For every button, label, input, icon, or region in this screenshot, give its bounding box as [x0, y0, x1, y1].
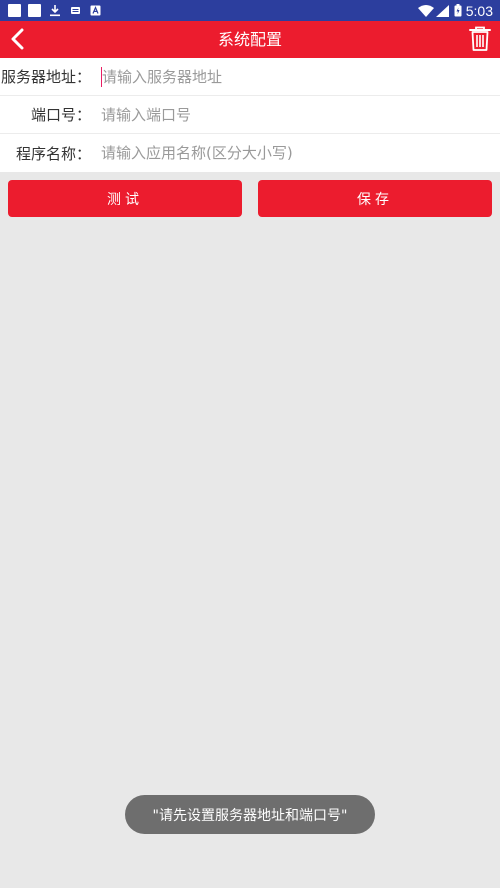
app-name-label: 程序名称：	[15, 144, 91, 163]
port-label: 端口号：	[30, 106, 91, 124]
server-address-input[interactable]	[101, 66, 500, 87]
wifi-icon	[417, 4, 434, 18]
notification-square-icon	[8, 4, 21, 17]
sd-card-icon	[68, 4, 82, 18]
save-button[interactable]: 保存	[258, 180, 492, 217]
app-bar: 系统配置	[0, 21, 500, 58]
action-buttons: 测试 保存	[8, 180, 492, 217]
test-button[interactable]: 测试	[8, 180, 242, 217]
app-name-row: 程序名称：	[0, 134, 500, 172]
server-address-label: 服务器地址：	[0, 68, 91, 86]
notification-square-icon	[28, 4, 41, 17]
status-time: 5:03	[465, 2, 493, 19]
status-bar-left	[8, 4, 108, 18]
server-address-row: 服务器地址：	[0, 58, 500, 96]
page-title: 系统配置	[217, 30, 282, 49]
battery-icon	[454, 4, 462, 18]
status-bar: 5:03	[0, 0, 500, 21]
font-a-icon	[88, 4, 102, 18]
signal-icon	[436, 4, 450, 18]
trash-icon	[469, 26, 491, 51]
download-icon	[48, 4, 62, 18]
app-name-input[interactable]	[95, 134, 500, 172]
delete-button[interactable]	[468, 26, 492, 52]
port-input[interactable]	[95, 96, 500, 133]
port-row: 端口号：	[0, 96, 500, 134]
toast-message: "请先设置服务器地址和端口号"	[125, 795, 375, 834]
config-form: 服务器地址： 端口号： 程序名称：	[0, 58, 500, 172]
status-bar-right: 5:03	[417, 2, 493, 19]
